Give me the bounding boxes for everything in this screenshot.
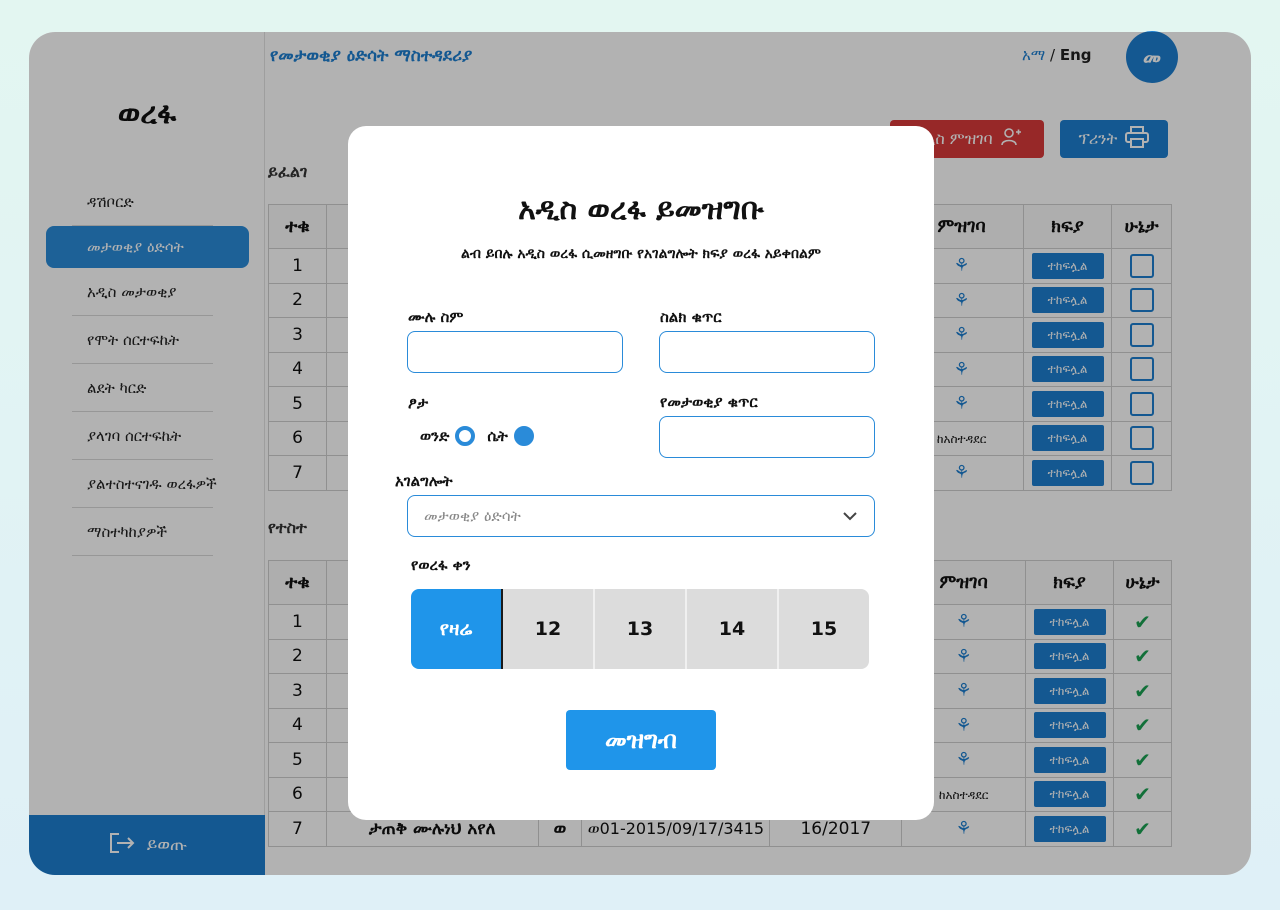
- id-number-label: የመታወቂያ ቁጥር: [660, 393, 758, 411]
- gender-female-radio[interactable]: [513, 426, 534, 446]
- id-number-field[interactable]: [659, 416, 875, 458]
- date-option[interactable]: 13: [595, 589, 687, 669]
- queue-date-label: የወረፋ ቀን: [411, 556, 471, 574]
- phone-label: ስልክ ቁጥር: [660, 308, 722, 326]
- gender-label: ፆታ: [408, 394, 429, 412]
- service-select[interactable]: መታወቂያ ዕድሳት: [407, 495, 875, 537]
- date-option[interactable]: 12: [503, 589, 595, 669]
- gender-male-label: ወንድ: [420, 427, 450, 445]
- gender-female-label: ሴት: [487, 427, 508, 445]
- gender-radio-group: ወንድ ሴት: [420, 426, 534, 446]
- date-option[interactable]: 14: [687, 589, 779, 669]
- modal-title: አዲስ ወረፋ ይመዝግቡ: [518, 192, 764, 227]
- new-queue-modal: አዲስ ወረፋ ይመዝግቡ ልብ ይበሉ አዲስ ወረፋ ሲመዘግቡ የአገልግ…: [348, 126, 934, 820]
- full-name-label: ሙሉ ስም: [408, 308, 464, 326]
- service-selected: መታወቂያ ዕድሳት: [424, 507, 521, 525]
- date-option[interactable]: 15: [779, 589, 869, 669]
- chevron-down-icon: [842, 507, 858, 525]
- gender-male-radio[interactable]: [455, 426, 476, 446]
- date-option-today[interactable]: የዛሬ: [411, 589, 503, 669]
- full-name-field[interactable]: [407, 331, 623, 373]
- modal-subtitle: ልብ ይበሉ አዲስ ወረፋ ሲመዘግቡ የአገልግሎት ክፍያ ወረፋ አይቀ…: [461, 246, 821, 262]
- phone-field[interactable]: [659, 331, 875, 373]
- register-submit-button[interactable]: መዝግብ: [566, 710, 716, 770]
- queue-date-picker: የዛሬ 12 13 14 15: [411, 589, 869, 669]
- service-label: አገልግሎት: [395, 472, 453, 490]
